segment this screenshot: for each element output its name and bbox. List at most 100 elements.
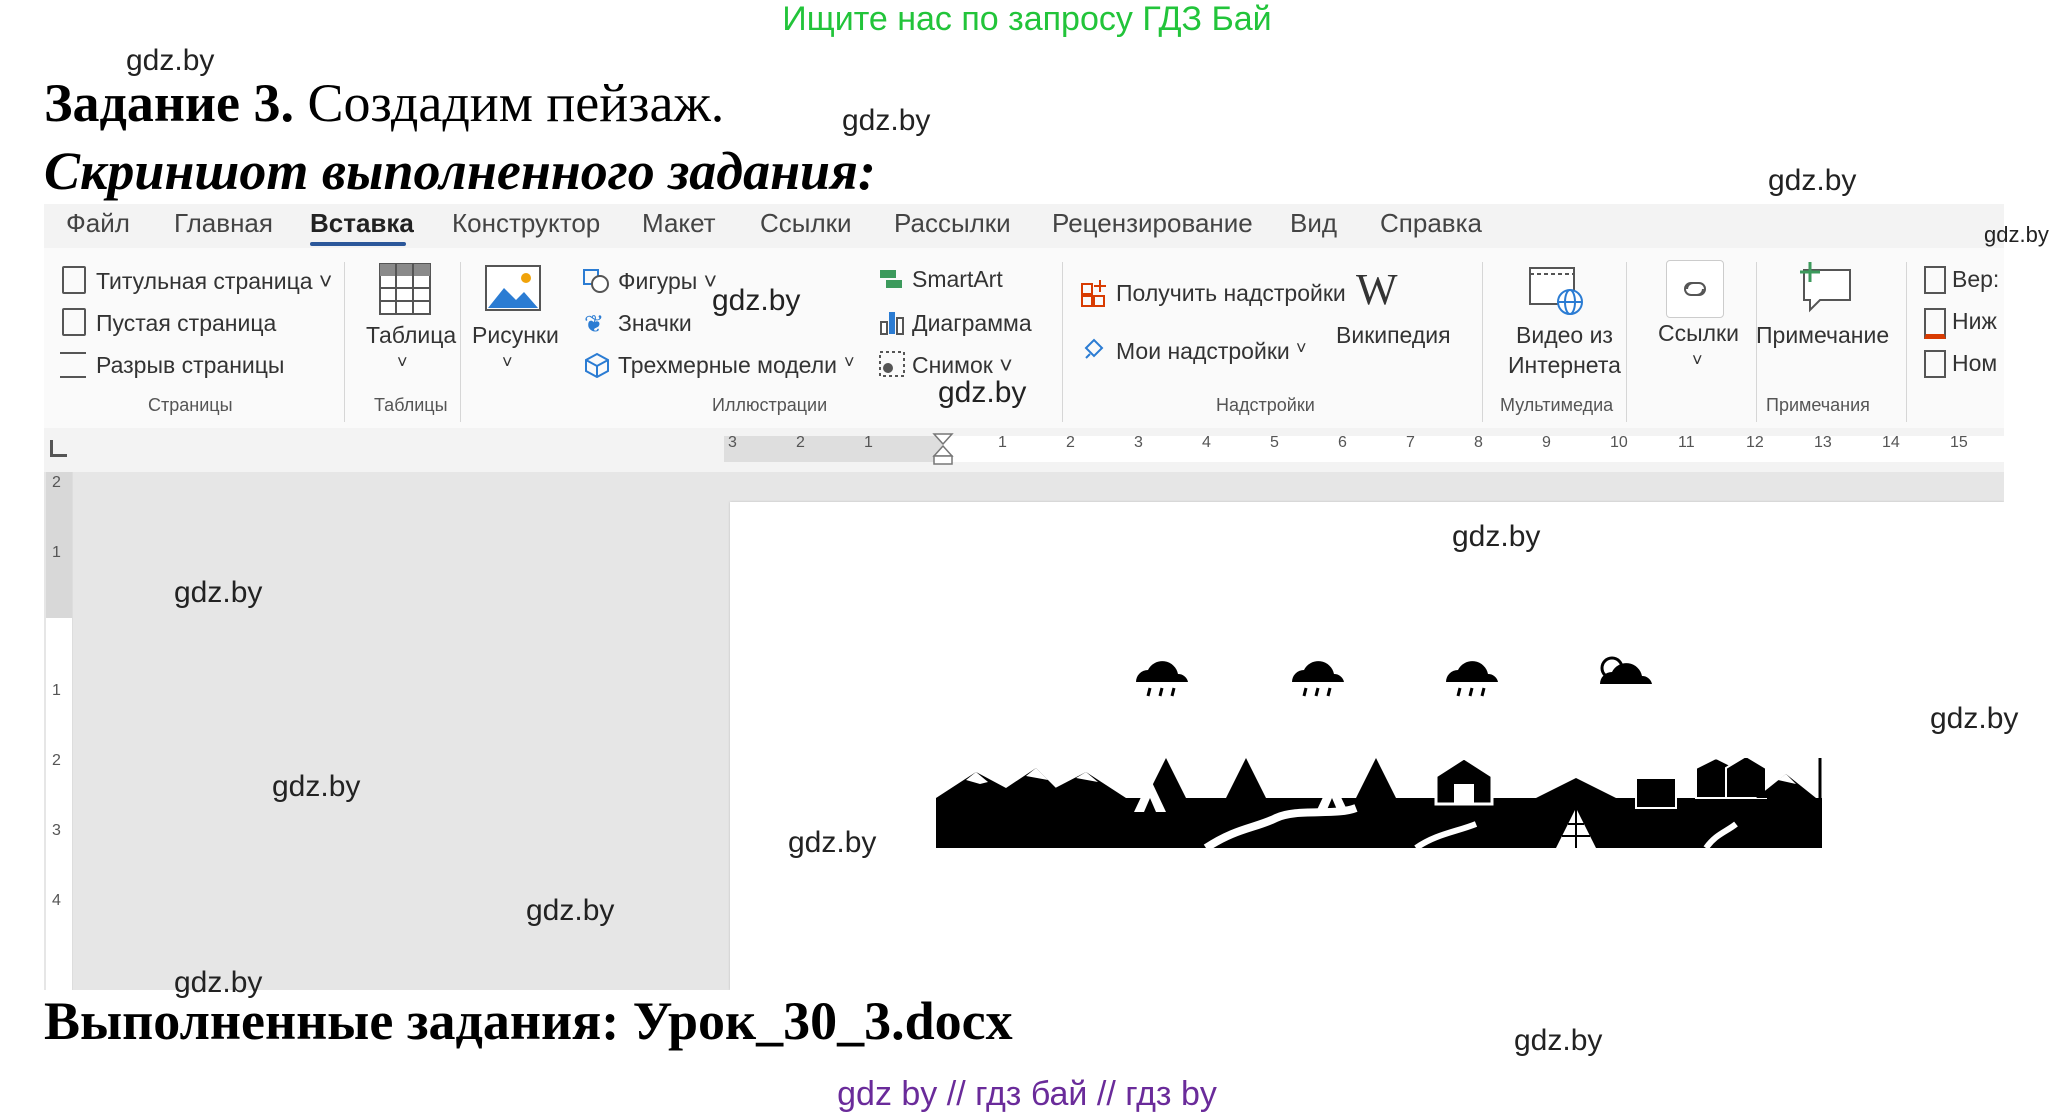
task-text: Создадим пейзаж.	[294, 73, 725, 133]
tab-selector-icon[interactable]	[50, 440, 67, 457]
ruler-label: 2	[1066, 434, 1075, 451]
ribbon-tabs: Файл Главная Вставка Конструктор Макет С…	[44, 204, 2004, 248]
screenshot-button[interactable]: Снимок ˅	[912, 352, 1013, 379]
watermark: gdz.by	[1514, 1024, 1603, 1057]
header-button[interactable]: Вер:	[1952, 266, 1999, 293]
ribbon-separator	[344, 262, 345, 422]
document-area: 2 1 1 2 3 4	[44, 472, 2004, 990]
indent-marker-icon[interactable]	[932, 432, 954, 466]
watermark: gdz.by	[526, 894, 615, 927]
vruler-label: 4	[52, 892, 61, 909]
table-icon	[379, 263, 431, 315]
pictures-icon	[485, 265, 541, 311]
cover-page-icon	[62, 266, 86, 294]
ruler-label: 10	[1610, 434, 1628, 451]
ruler-label: 14	[1882, 434, 1900, 451]
watermark: gdz.by	[938, 376, 1027, 409]
cover-page-label: Титульная страница	[96, 268, 313, 294]
table-dropdown-chevron-icon[interactable]: ˅	[397, 352, 408, 373]
task-heading: Задание 3. Создадим пейзаж.	[44, 72, 724, 134]
comment-icon	[1800, 262, 1851, 313]
vruler-label: 2	[52, 752, 61, 769]
ruler-label: 15	[1950, 434, 1968, 451]
my-addins-dropdown-chevron-icon[interactable]: ˅	[1296, 338, 1307, 359]
rain-cloud-icon	[1136, 661, 1188, 697]
ruler-label: 3	[1134, 434, 1143, 451]
addins-group-label: Надстройки	[1216, 395, 1315, 415]
active-tab-indicator	[310, 242, 406, 246]
online-video-icon	[1529, 267, 1583, 315]
page-break-button[interactable]: Разрыв страницы	[96, 352, 284, 379]
tab-file[interactable]: Файл	[66, 208, 130, 239]
tab-mailings[interactable]: Рассылки	[894, 208, 1011, 239]
ribbon-separator	[1906, 262, 1907, 422]
tab-view[interactable]: Вид	[1290, 208, 1337, 239]
landscape-image[interactable]	[936, 758, 1822, 848]
word-window: Файл Главная Вставка Конструктор Макет С…	[44, 204, 2004, 990]
cover-page-button[interactable]: Титульная страница ˅	[96, 268, 332, 295]
ribbon-separator	[1062, 262, 1063, 422]
document-page[interactable]	[730, 502, 2004, 990]
my-addins-icon	[1084, 338, 1104, 359]
tab-references[interactable]: Ссылки	[760, 208, 852, 239]
ruler-label: 6	[1338, 434, 1347, 451]
ruler-row: 3 2 1 1 2 3 4 5 6 7 8 9 10 11 12 13 14 1…	[44, 428, 2004, 472]
blank-page-button[interactable]: Пустая страница	[96, 310, 276, 337]
vruler-label: 1	[52, 682, 61, 699]
pictures-dropdown-chevron-icon[interactable]: ˅	[502, 352, 513, 373]
watermark: gdz.by	[1930, 702, 2019, 735]
my-addins-button[interactable]: Мои надстройки	[1116, 338, 1290, 365]
chart-button[interactable]: Диаграмма	[912, 310, 1032, 337]
shapes-label: Фигуры	[618, 268, 698, 294]
footer-button[interactable]: Ниж	[1952, 308, 1997, 335]
online-video-line1[interactable]: Видео из	[1516, 322, 1613, 349]
3d-models-dropdown-chevron-icon[interactable]: ˅	[844, 352, 855, 373]
3d-models-button[interactable]: Трехмерные модели	[618, 352, 837, 379]
ruler-label: 1	[998, 434, 1007, 451]
rain-cloud-icon	[1446, 661, 1498, 697]
screenshot-icon	[879, 351, 905, 377]
header-icon	[1924, 266, 1946, 294]
smartart-button[interactable]: SmartArt	[912, 266, 1003, 293]
tab-help[interactable]: Справка	[1380, 208, 1482, 239]
online-video-line2[interactable]: Интернета	[1508, 352, 1621, 379]
vruler-label: 1	[52, 544, 61, 561]
top-banner: Ищите нас по запросу ГДЗ Бай	[782, 0, 1272, 38]
links-dropdown-chevron-icon[interactable]: ˅	[1692, 350, 1703, 371]
pages-group-label: Страницы	[148, 395, 233, 415]
comments-group-label: Примечания	[1766, 395, 1870, 415]
pictures-button[interactable]: Рисунки	[472, 322, 559, 349]
ribbon-separator	[1626, 262, 1627, 422]
ruler-label: 13	[1814, 434, 1832, 451]
3d-models-icon	[585, 352, 609, 378]
tables-group-label: Таблицы	[374, 395, 448, 415]
watermark: gdz.by	[272, 770, 361, 803]
watermark: gdz.by	[1452, 520, 1541, 553]
tab-home[interactable]: Главная	[174, 208, 273, 239]
icons-button[interactable]: Значки	[618, 310, 692, 337]
ruler-margin	[724, 436, 942, 462]
icons-icon: ❦	[584, 311, 605, 338]
page-number-button[interactable]: Ном	[1952, 350, 1997, 377]
ruler-label: 5	[1270, 434, 1279, 451]
page-break-icon	[60, 352, 86, 378]
task-number: Задание 3.	[44, 73, 295, 133]
tab-design[interactable]: Конструктор	[452, 208, 600, 239]
chart-icon	[880, 312, 904, 335]
shapes-button[interactable]: Фигуры ˅	[618, 268, 717, 295]
ruler-label: 4	[1202, 434, 1211, 451]
get-addins-button[interactable]: Получить надстройки	[1116, 280, 1346, 307]
ruler-label: 8	[1474, 434, 1483, 451]
tab-review[interactable]: Рецензирование	[1052, 208, 1253, 239]
screenshot-label: Снимок	[912, 352, 993, 378]
screenshot-subtitle: Скриншот выполненного задания:	[44, 141, 876, 201]
tab-insert[interactable]: Вставка	[310, 208, 414, 239]
tab-layout[interactable]: Макет	[642, 208, 716, 239]
links-button[interactable]: Ссылки	[1658, 320, 1739, 347]
rain-cloud-icon	[1292, 661, 1344, 697]
comment-button[interactable]: Примечание	[1756, 322, 1889, 349]
wikipedia-button[interactable]: Википедия	[1336, 322, 1451, 349]
footer-links: gdz by // гдз бай // гдз by	[837, 1075, 1217, 1113]
sun-cloud-icon	[1600, 656, 1652, 684]
table-button[interactable]: Таблица	[366, 322, 456, 349]
